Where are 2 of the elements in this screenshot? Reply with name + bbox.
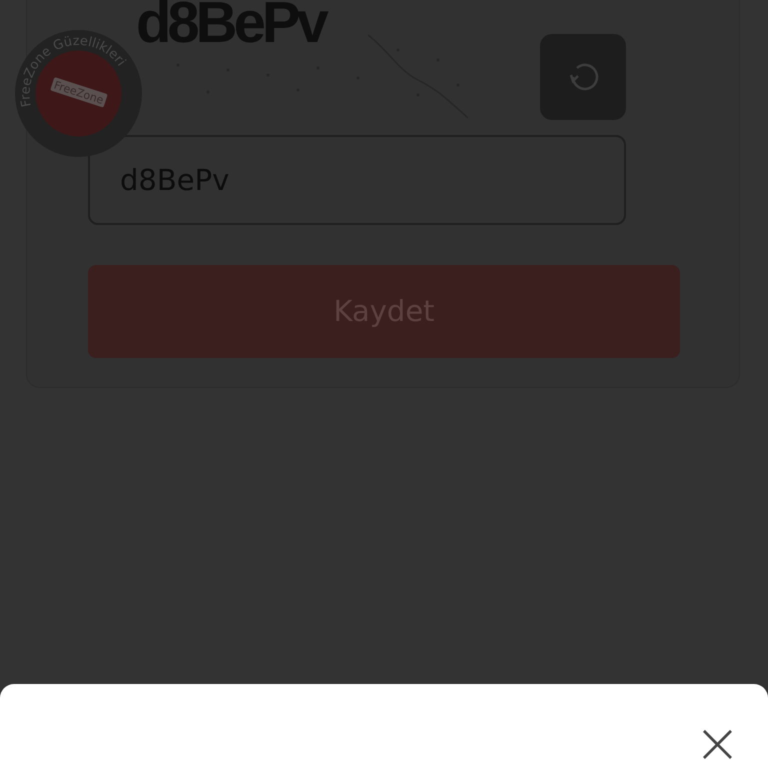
refresh-button[interactable] <box>540 34 626 120</box>
close-button[interactable]: × <box>694 720 738 768</box>
